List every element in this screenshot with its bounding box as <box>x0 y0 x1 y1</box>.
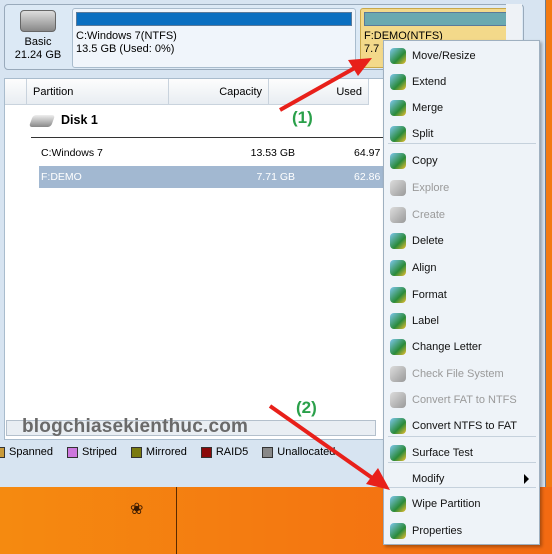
annotation-arrows <box>268 58 390 490</box>
